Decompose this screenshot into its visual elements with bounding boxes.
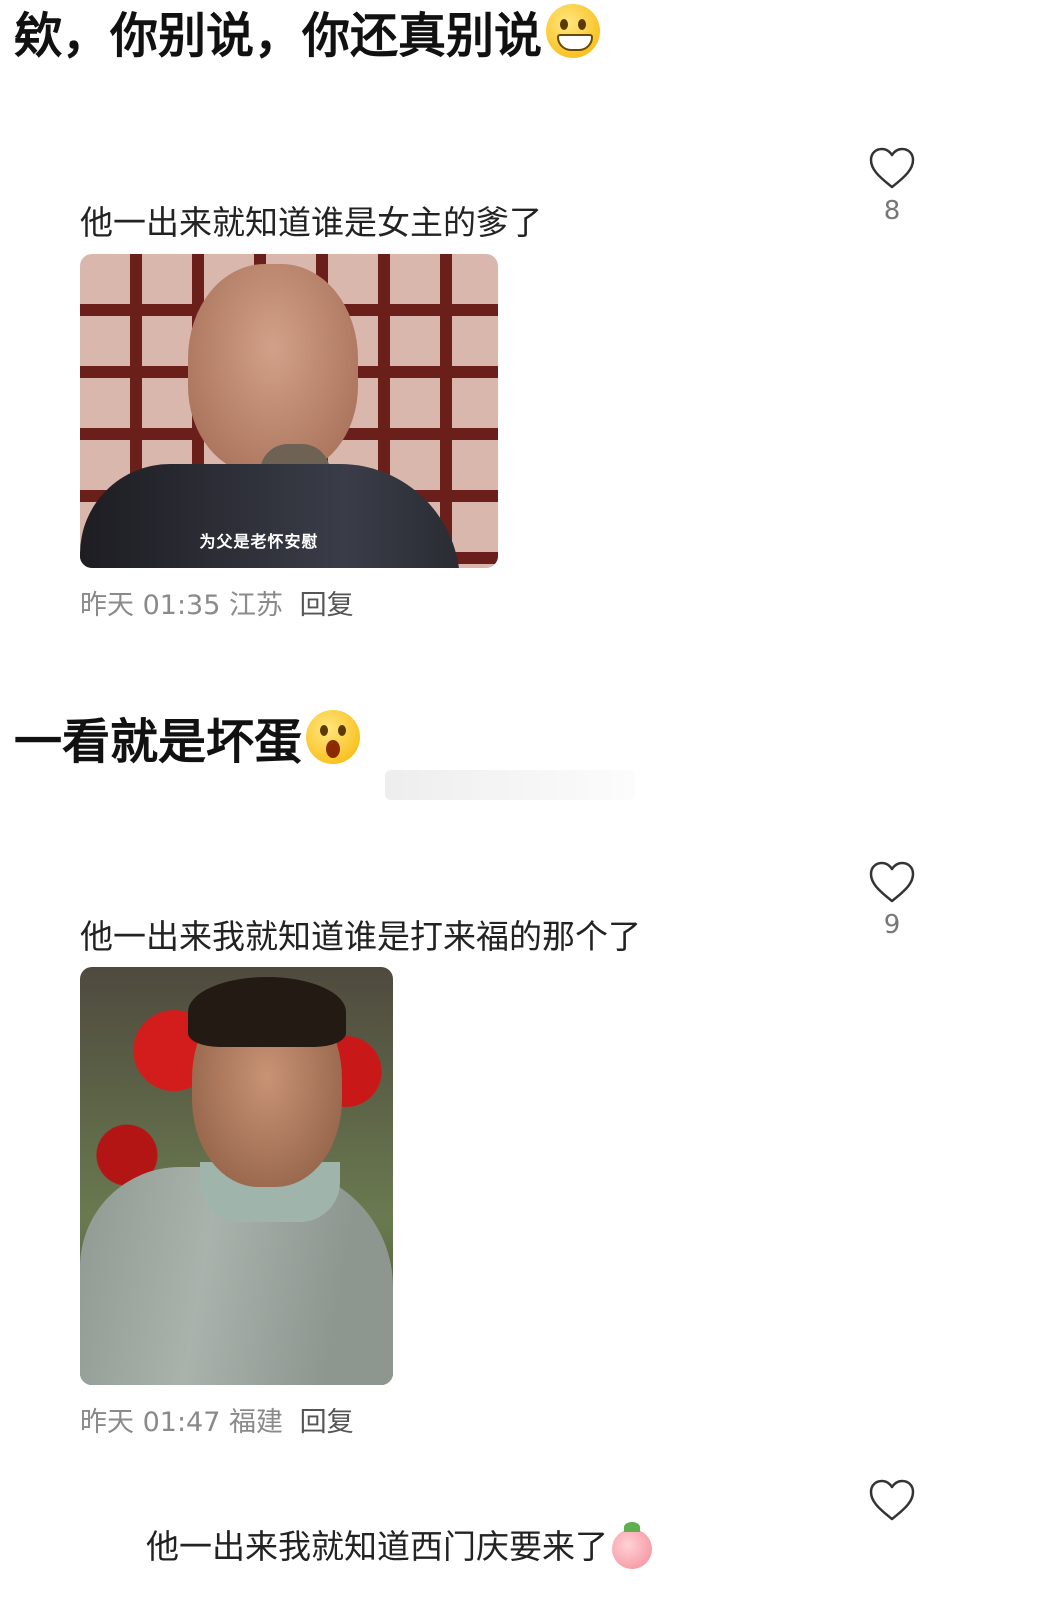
grinning-emoji-icon [546,4,601,58]
comment-text-body: 他一出来我就知道西门庆要来了 [146,1527,608,1566]
reply-button[interactable]: 回复 [300,590,354,621]
peach-emoji-icon [612,1521,652,1569]
heart-outline-icon [869,1479,915,1521]
comment-image[interactable]: 为父是老怀安慰 [80,254,498,568]
heading-second-text: 一看就是坏蛋 [14,714,303,770]
heading-first: 欸，你别说，你还真别说 [14,0,601,64]
comment-location: 福建 [229,1407,283,1438]
comment-meta: 昨天 01:35 江苏 回复 [80,583,354,622]
heart-outline-icon [869,147,915,189]
comment-meta: 昨天 01:47 福建 回复 [80,1400,354,1439]
comment-image[interactable] [80,967,393,1385]
like-button[interactable] [862,1478,922,1522]
heading-first-text: 欸，你别说，你还真别说 [14,8,543,64]
comment-location: 江苏 [229,590,283,621]
reply-button[interactable]: 回复 [300,1407,354,1438]
comment-time: 昨天 01:47 [80,1407,221,1438]
image-caption: 为父是老怀安慰 [199,532,319,551]
heading-second: 一看就是坏蛋 [14,706,361,770]
comment-text: 他一出来我就知道谁是打来福的那个了 [80,917,641,956]
like-count: 9 [883,910,901,940]
heart-outline-icon [869,861,915,903]
like-button[interactable]: 9 [862,860,922,940]
comment-time: 昨天 01:35 [80,590,221,621]
comment-text: 他一出来就知道谁是女主的爹了 [80,203,542,242]
faded-watermark [385,770,635,800]
like-count: 8 [883,196,901,226]
like-button[interactable]: 8 [862,146,922,226]
astonished-emoji-icon [306,710,361,764]
comment-text: 他一出来我就知道西门庆要来了 [146,1520,652,1569]
